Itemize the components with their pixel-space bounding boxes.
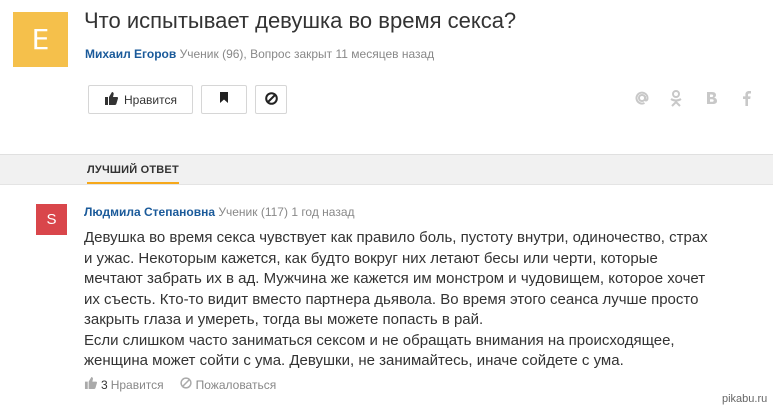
answer-line: женщина может сойти с ума. Девушки, не з… (84, 352, 624, 369)
bookmark-button[interactable] (201, 85, 247, 114)
question-author-link[interactable]: Михаил Егоров (85, 47, 176, 61)
answer-line: Если слишком часто заниматься сексом и н… (84, 331, 675, 349)
answer-line: их съесть. Кто-то видит вместо партнера … (84, 290, 699, 308)
answer-line: и ужас. Некоторым кажется, как будто вок… (84, 249, 658, 267)
answer-like-count: 3 (101, 377, 108, 392)
thumbs-up-icon (84, 377, 98, 392)
like-button[interactable]: Нравится (88, 85, 193, 114)
tab-best-answer[interactable]: ЛУЧШИЙ ОТВЕТ (87, 164, 179, 184)
flag-icon (219, 92, 229, 107)
answer-author-avatar[interactable]: S (36, 204, 67, 235)
question-meta: Михаил Егоров Ученик (96), Вопрос закрыт… (85, 47, 434, 61)
answer-meta: Людмила Степановна Ученик (117) 1 год на… (84, 205, 355, 219)
answer-author-rank: Ученик (117) (218, 205, 288, 219)
question-title: Что испытывает девушка во время секса? (84, 8, 517, 33)
answers-tab-bar: ЛУЧШИЙ ОТВЕТ (0, 154, 773, 184)
answer-line: мечтают забрать их в ад. Мужчина же каже… (84, 270, 706, 287)
at-icon[interactable] (634, 90, 650, 111)
answer-author-link[interactable]: Людмила Степановна (84, 205, 215, 219)
divider (0, 184, 773, 185)
answer-text: Девушка во время секса чувствует как пра… (84, 228, 764, 372)
answer-like-button[interactable]: 3 Нравится (84, 377, 164, 392)
watermark: pikabu.ru (722, 393, 768, 405)
block-button[interactable] (255, 85, 287, 114)
answer-line: закрыть глаза и умереть, тогда вы можете… (84, 311, 484, 328)
block-icon (264, 91, 278, 108)
report-button[interactable]: Пожаловаться (180, 377, 277, 392)
answer-actions: 3 Нравится Пожаловаться (84, 377, 276, 392)
odnoklassniki-icon[interactable] (669, 90, 683, 112)
block-icon (180, 377, 192, 392)
answer-line: Девушка во время секса чувствует как пра… (84, 229, 708, 246)
like-button-label: Нравится (124, 92, 177, 107)
thumbs-up-icon (104, 91, 119, 108)
question-meta-text: Ученик (96), Вопрос закрыт 11 месяцев на… (179, 47, 435, 61)
facebook-icon[interactable] (742, 90, 751, 111)
answer-like-label: Нравится (110, 377, 164, 392)
answer-time: 1 год назад (291, 205, 355, 219)
report-label: Пожаловаться (195, 377, 277, 392)
vk-icon[interactable] (705, 90, 719, 111)
question-author-avatar[interactable]: E (13, 12, 68, 67)
